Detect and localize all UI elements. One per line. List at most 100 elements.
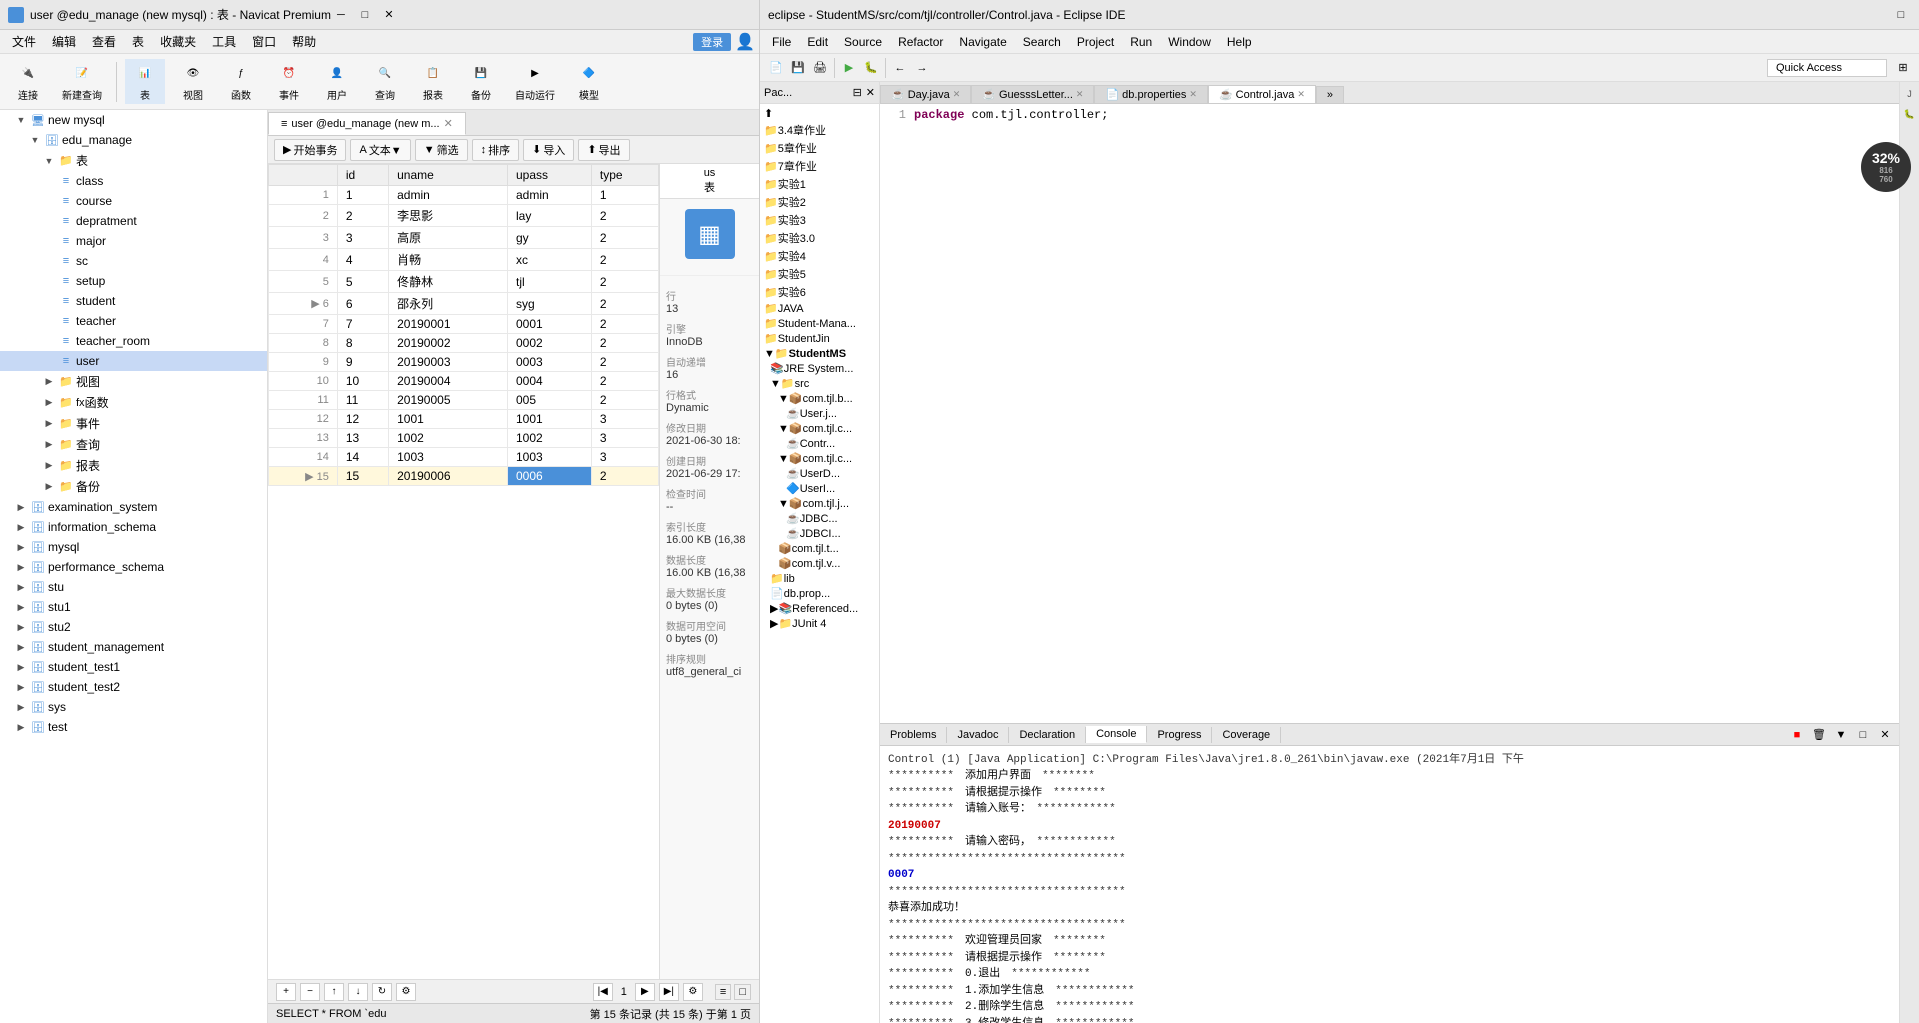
tab-close-icon[interactable]: ✕ (444, 117, 453, 130)
import-btn[interactable]: ⬇ 导入 (523, 139, 574, 161)
toolbar-backup-btn[interactable]: 💾 备份 (461, 59, 501, 104)
col-header-upass[interactable]: upass (508, 165, 592, 186)
pkg-item-java[interactable]: 📁 JAVA (762, 301, 877, 316)
close-icon-guess[interactable]: ✕ (1076, 89, 1084, 100)
table-row[interactable]: 33高原gy2 (269, 227, 659, 249)
tree-student-test2[interactable]: ▶ 🗄 student_test2 (0, 677, 267, 697)
cell-type[interactable]: 2 (591, 293, 658, 315)
menu-table[interactable]: 表 (124, 31, 152, 52)
tree-student-test1[interactable]: ▶ 🗄 student_test1 (0, 657, 267, 677)
cell-uname[interactable]: 20190001 (389, 315, 508, 334)
navicat-maximize-btn[interactable]: □ (355, 5, 375, 25)
pkg-item-comtjlv[interactable]: 📦 com.tjl.v... (762, 556, 877, 571)
tree-student-management[interactable]: ▶ 🗄 student_management (0, 637, 267, 657)
cell-upass[interactable]: 1001 (508, 410, 592, 429)
table-row[interactable]: 22李思影lay2 (269, 205, 659, 227)
eclipse-sidebar-debug-btn[interactable]: 🐛 (1902, 106, 1918, 122)
menu-file[interactable]: 文件 (4, 31, 44, 52)
editor-tab-dbprop[interactable]: 📄 db.properties ✕ (1094, 85, 1207, 103)
pkg-item-nav-up[interactable]: ⬆ (762, 106, 877, 121)
cell-uname[interactable]: 20190006 (389, 467, 508, 486)
menu-view[interactable]: 查看 (84, 31, 124, 52)
pkg-item-studentms[interactable]: 📁 Student-Mana... (762, 316, 877, 331)
tree-table-major[interactable]: ≡ major (0, 231, 267, 251)
tree-table-depratment[interactable]: ≡ depratment (0, 211, 267, 231)
pkg-item-comtjlc[interactable]: ▼📦 com.tjl.c... (762, 421, 877, 436)
cell-upass[interactable]: 0002 (508, 334, 592, 353)
navicat-close-btn[interactable]: ✕ (379, 5, 399, 25)
bottom-tab-console[interactable]: Console (1086, 726, 1147, 743)
cell-upass[interactable]: lay (508, 205, 592, 227)
cell-upass[interactable]: 0001 (508, 315, 592, 334)
pkg-item-useri[interactable]: 🔷 UserI... (762, 481, 877, 496)
refresh-btn[interactable]: ↻ (372, 983, 392, 1001)
editor-tab-guess[interactable]: ☕ GuesssLetter... ✕ (971, 85, 1094, 103)
pkg-item-studentmsproject[interactable]: ▼📁 StudentMS (762, 346, 877, 361)
pkg-item-lib[interactable]: 📁 lib (762, 571, 877, 586)
cell-upass[interactable]: gy (508, 227, 592, 249)
tree-test[interactable]: ▶ 🗄 test (0, 717, 267, 737)
eclipse-tool-new[interactable]: 📄 (766, 58, 786, 78)
console-clear-btn[interactable]: 🗑 (1809, 725, 1829, 745)
toolbar-query-btn[interactable]: 🔍 查询 (365, 59, 405, 104)
toolbar-view-btn[interactable]: 👁 视图 (173, 59, 213, 104)
cell-upass[interactable]: syg (508, 293, 592, 315)
bottom-tab-coverage[interactable]: Coverage (1212, 727, 1281, 743)
table-row[interactable]: ▶ 15152019000600062 (269, 467, 659, 486)
cell-uname[interactable]: 20190004 (389, 372, 508, 391)
console-stop-btn[interactable]: ■ (1787, 725, 1807, 745)
export-btn[interactable]: ⬆ 导出 (578, 139, 629, 161)
tree-views-group[interactable]: ▶ 📁 视图 (0, 371, 267, 392)
cell-id[interactable]: 15 (337, 467, 388, 486)
cell-id[interactable]: 12 (337, 410, 388, 429)
table-row[interactable]: 772019000100012 (269, 315, 659, 334)
page-settings-btn[interactable]: ⚙ (683, 983, 703, 1001)
eclipse-menu-navigate[interactable]: Navigate (951, 33, 1014, 51)
cell-id[interactable]: 10 (337, 372, 388, 391)
pkg-item-src[interactable]: ▼📁 src (762, 376, 877, 391)
cell-uname[interactable]: 佟静林 (389, 271, 508, 293)
form-view-btn[interactable]: □ (734, 984, 751, 1000)
pkg-item-junit4[interactable]: ▶📁 JUnit 4 (762, 616, 877, 631)
eclipse-tool-back[interactable]: ← (890, 58, 910, 78)
cell-id[interactable]: 11 (337, 391, 388, 410)
close-icon-day[interactable]: ✕ (953, 89, 961, 100)
cell-type[interactable]: 2 (591, 334, 658, 353)
eclipse-menu-help[interactable]: Help (1219, 33, 1260, 51)
tree-backups-group[interactable]: ▶ 📁 备份 (0, 476, 267, 497)
pkg-item-comtjlb[interactable]: ▼📦 com.tjl.b... (762, 391, 877, 406)
cell-id[interactable]: 4 (337, 249, 388, 271)
text-btn[interactable]: A 文本▼ (350, 139, 410, 161)
toolbar-model-btn[interactable]: 🔷 模型 (569, 59, 609, 104)
editor-tab-more[interactable]: » (1316, 86, 1344, 103)
cell-type[interactable]: 2 (591, 227, 658, 249)
cell-id[interactable]: 9 (337, 353, 388, 372)
cell-upass[interactable]: 005 (508, 391, 592, 410)
table-row[interactable]: 11adminadmin1 (269, 186, 659, 205)
cell-uname[interactable]: 高原 (389, 227, 508, 249)
pkg-explorer-close-icon[interactable]: ✕ (866, 86, 875, 99)
tree-examination-system[interactable]: ▶ 🗄 examination_system (0, 497, 267, 517)
tree-queries-group[interactable]: ▶ 📁 查询 (0, 434, 267, 455)
tree-tables-group[interactable]: ▼ 📁 表 (0, 150, 267, 171)
eclipse-menu-refactor[interactable]: Refactor (890, 33, 951, 51)
cell-upass[interactable]: 0006 (508, 467, 592, 486)
table-row[interactable]: ▶ 66邵永列syg2 (269, 293, 659, 315)
pkg-item-userj[interactable]: ☕ User.j... (762, 406, 877, 421)
pkg-item-control[interactable]: ☕ Contr... (762, 436, 877, 451)
cell-upass[interactable]: admin (508, 186, 592, 205)
pkg-item-userd[interactable]: ☕ UserD... (762, 466, 877, 481)
table-row[interactable]: 882019000200022 (269, 334, 659, 353)
cell-type[interactable]: 2 (591, 467, 658, 486)
eclipse-menu-window[interactable]: Window (1160, 33, 1219, 51)
cell-id[interactable]: 2 (337, 205, 388, 227)
toolbar-newquery-btn[interactable]: 📝 新建查询 (56, 59, 108, 104)
eclipse-menu-source[interactable]: Source (836, 33, 890, 51)
close-icon-dbprop[interactable]: ✕ (1189, 89, 1197, 100)
cell-uname[interactable]: 肖畅 (389, 249, 508, 271)
eclipse-menu-edit[interactable]: Edit (799, 33, 836, 51)
tree-table-teacher-room[interactable]: ≡ teacher_room (0, 331, 267, 351)
pkg-item-comtjlj[interactable]: ▼📦 com.tjl.j... (762, 496, 877, 511)
pkg-item-exp30[interactable]: 📁 实验3.0 (762, 229, 877, 247)
cell-type[interactable]: 3 (591, 429, 658, 448)
